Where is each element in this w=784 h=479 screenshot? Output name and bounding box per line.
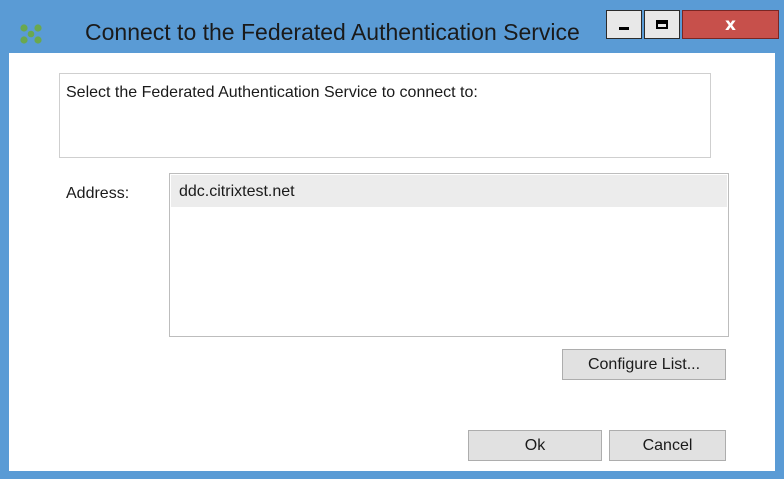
list-item[interactable]: ddc.citrixtest.net [171, 175, 727, 207]
window-title: Connect to the Federated Authentication … [85, 19, 580, 45]
address-list[interactable]: ddc.citrixtest.net [169, 173, 729, 337]
list-item-label: ddc.citrixtest.net [179, 183, 295, 200]
maximize-button[interactable] [644, 10, 680, 39]
cancel-button[interactable]: Cancel [609, 430, 726, 461]
maximize-icon [656, 20, 668, 29]
configure-list-button[interactable]: Configure List... [562, 349, 726, 380]
dialog-window: Connect to the Federated Authentication … [0, 0, 784, 479]
close-button[interactable]: x [682, 10, 779, 39]
citrix-app-icon [20, 24, 42, 44]
dialog-body: Select the Federated Authentication Serv… [9, 53, 775, 471]
description-text: Select the Federated Authentication Serv… [66, 84, 478, 101]
address-label: Address: [66, 185, 130, 202]
ok-button[interactable]: Ok [468, 430, 602, 461]
minimize-icon [619, 27, 629, 30]
minimize-button[interactable] [606, 10, 642, 39]
description-box: Select the Federated Authentication Serv… [59, 73, 711, 158]
close-icon: x [725, 14, 736, 35]
